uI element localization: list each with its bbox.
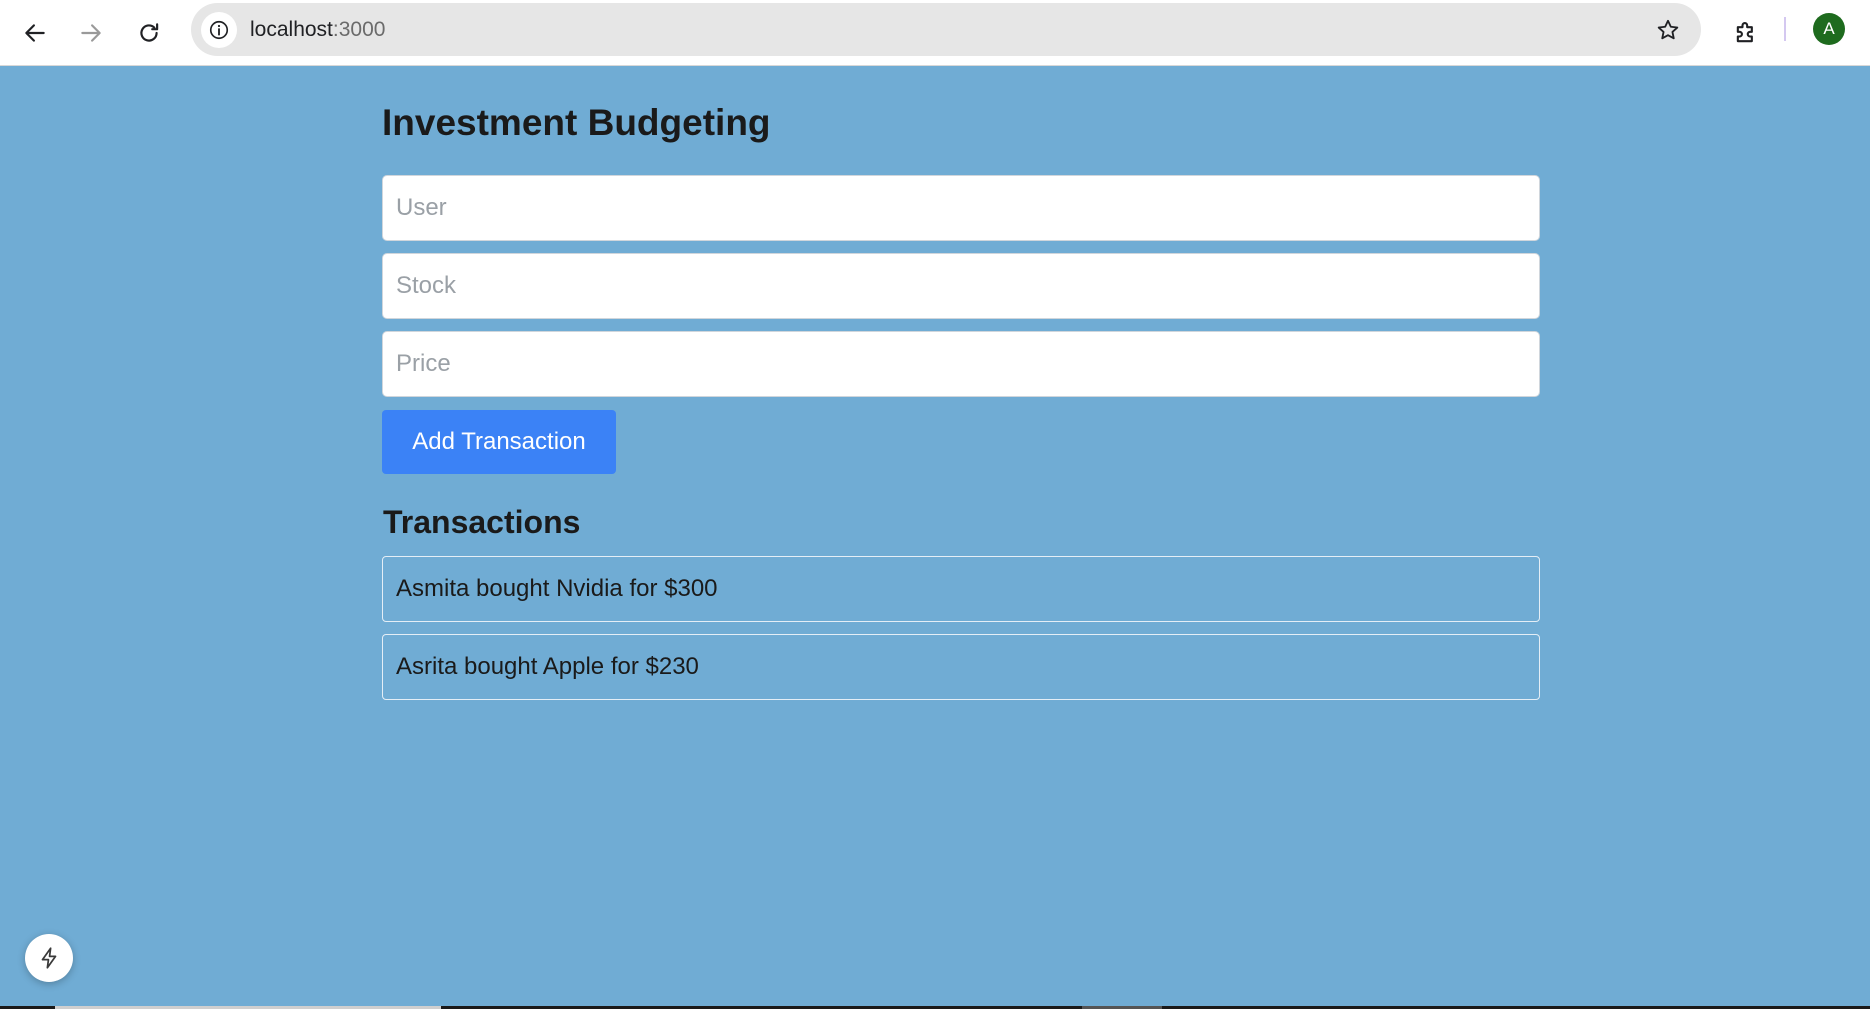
transactions-heading: Transactions [383, 504, 581, 540]
arrow-right-icon [81, 24, 101, 42]
url-port: :3000 [332, 18, 386, 41]
transactions-list: Asmita bought Nvidia for $300 Asrita bou… [382, 556, 1540, 712]
dev-tools-button[interactable] [25, 934, 73, 982]
bolt-icon [41, 947, 57, 969]
site-info-button[interactable] [201, 12, 237, 48]
transaction-item: Asrita bought Apple for $230 [382, 634, 1540, 700]
address-bar[interactable]: localhost:3000 [191, 3, 1701, 56]
user-input[interactable] [382, 175, 1540, 241]
profile-avatar[interactable]: A [1813, 13, 1845, 45]
forward-button[interactable] [68, 10, 114, 56]
url-host: localhost [250, 18, 333, 41]
puzzle-icon [1736, 22, 1753, 43]
toolbar-divider [1784, 17, 1786, 41]
bookmark-button[interactable] [1650, 12, 1686, 48]
add-transaction-button[interactable]: Add Transaction [382, 410, 616, 474]
back-button[interactable] [12, 10, 58, 56]
stock-input[interactable] [382, 253, 1540, 319]
page-title: Investment Budgeting [382, 102, 771, 143]
star-icon [1657, 19, 1679, 40]
price-input[interactable] [382, 331, 1540, 397]
extensions-button[interactable] [1723, 10, 1769, 56]
url-text[interactable]: localhost:3000 [250, 18, 385, 42]
reload-button[interactable] [126, 10, 172, 56]
info-icon [209, 20, 229, 40]
browser-toolbar: localhost:3000 A [0, 0, 1870, 66]
transaction-item: Asmita bought Nvidia for $300 [382, 556, 1540, 622]
reload-icon [140, 23, 159, 42]
arrow-left-icon [25, 24, 45, 42]
